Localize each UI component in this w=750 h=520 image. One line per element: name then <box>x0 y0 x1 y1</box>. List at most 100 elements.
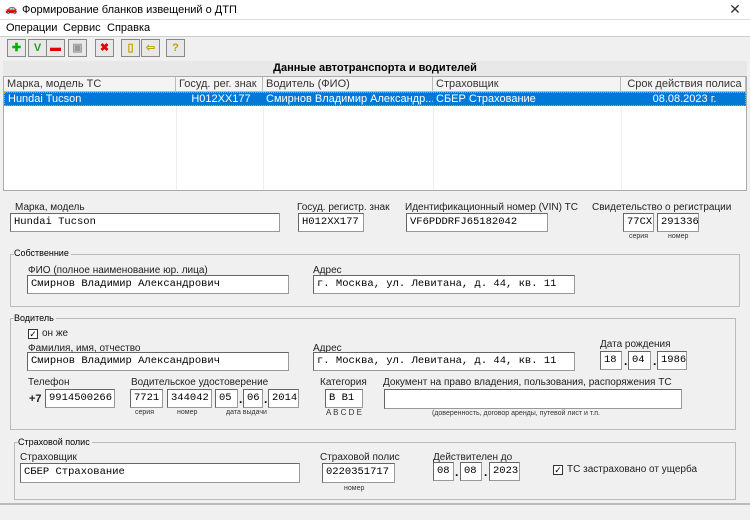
driver-address-input[interactable]: г. Москва, ул. Левитана, д. 44, кв. 11 <box>313 352 575 371</box>
grid-title: Данные автотранспорта и водителей <box>3 61 747 76</box>
date-separator: . <box>455 465 459 479</box>
edit-icon: V <box>33 42 42 54</box>
model-label: Марка, модель <box>15 202 85 213</box>
cell-plate: H012XX177 <box>191 93 251 105</box>
policy-label: Страховой полис <box>320 452 400 463</box>
grid-line <box>263 106 264 190</box>
column-header-insurer[interactable]: Страховщик <box>433 77 621 92</box>
license-series-input[interactable]: 7721 <box>130 389 163 408</box>
license-day-input[interactable]: 05 <box>215 389 238 408</box>
column-header-policy-term[interactable]: Срок действия полиса <box>621 77 746 92</box>
help-button[interactable]: ? <box>166 39 185 57</box>
damage-insured-label: ТС застраховано от ущерба <box>567 464 698 475</box>
registration-series-input[interactable]: 77CX <box>623 213 654 232</box>
close-button[interactable]: ✕ <box>724 1 746 19</box>
model-input[interactable]: Hundai Tucson <box>10 213 280 232</box>
phone-prefix: +7 <box>29 393 42 405</box>
column-header-driver[interactable]: Водитель (ФИО) <box>263 77 433 92</box>
date-separator: . <box>484 465 488 479</box>
owner-address-input[interactable]: г. Москва, ул. Левитана, д. 44, кв. 11 <box>313 275 575 294</box>
grid-line <box>176 106 177 190</box>
paste-icon: ⇦ <box>145 42 156 54</box>
license-month-input[interactable]: 06 <box>243 389 263 408</box>
delete-icon: ✖ <box>99 42 110 54</box>
birth-month-input[interactable]: 04 <box>628 351 651 370</box>
insurer-input[interactable]: СБЕР Страхование <box>20 463 300 483</box>
policy-number-input[interactable]: 0220351717 <box>322 463 395 483</box>
save-button[interactable]: ▣ <box>68 39 87 57</box>
same-as-owner-checkbox[interactable]: ✓ <box>28 329 38 339</box>
license-number-input[interactable]: 344042 <box>167 389 212 408</box>
car-icon: 🚗 <box>5 4 18 15</box>
registration-number-input[interactable]: 291336 <box>657 213 699 232</box>
menu-operations[interactable]: Операции <box>6 22 57 34</box>
menu-bar: Операции Сервис Справка <box>0 20 750 37</box>
birth-date-label: Дата рождения <box>600 339 671 350</box>
damage-insured-checkbox[interactable]: ✓ <box>553 465 563 475</box>
column-header-model[interactable]: Марка, модель ТС <box>4 77 176 92</box>
window-title: Формирование бланков извещений о ДТП <box>22 4 237 16</box>
valid-year-input[interactable]: 2023 <box>489 462 520 481</box>
insurer-label: Страховщик <box>20 452 77 463</box>
help-icon: ? <box>172 42 179 54</box>
remove-button[interactable]: ▬ <box>46 39 65 57</box>
cell-insurer: СБЕР Страхование <box>436 93 536 105</box>
license-date-caption: дата выдачи <box>226 409 267 416</box>
date-separator: . <box>239 392 243 406</box>
birth-day-input[interactable]: 18 <box>600 351 622 370</box>
vin-input[interactable]: VF6PDDRFJ65182042 <box>406 213 548 232</box>
plate-input[interactable]: H012XX177 <box>298 213 364 232</box>
series-caption: серия <box>629 233 648 240</box>
license-year-input[interactable]: 2014 <box>268 389 299 408</box>
same-as-owner-label: он же <box>42 328 69 339</box>
menu-help[interactable]: Справка <box>107 22 150 34</box>
category-caption: A B C D E <box>326 408 363 417</box>
license-series-caption: серия <box>135 409 154 416</box>
plate-label: Госуд. регистр. знак <box>297 202 390 213</box>
license-label: Водительское удостоверение <box>131 377 269 388</box>
driver-group-label: Водитель <box>14 313 56 323</box>
valid-month-input[interactable]: 08 <box>460 462 482 481</box>
number-caption: номер <box>668 233 689 240</box>
vehicle-grid[interactable]: Марка, модель ТС Госуд. рег. знак Водите… <box>3 76 747 191</box>
ownership-doc-input[interactable] <box>384 389 682 409</box>
registration-label: Свидетельство о регистрации <box>592 202 732 213</box>
save-icon: ▣ <box>72 42 83 54</box>
date-separator: . <box>624 354 628 368</box>
vin-label: Идентификационный номер (VIN) ТС <box>405 202 579 213</box>
grid-line <box>621 106 622 190</box>
edit-button[interactable]: V <box>28 39 47 57</box>
add-button[interactable]: ✚ <box>7 39 26 57</box>
table-row[interactable]: Hundai Tucson H012XX177 Смирнов Владимир… <box>4 92 746 106</box>
policy-number-caption: номер <box>344 485 365 492</box>
add-icon: ✚ <box>11 42 22 54</box>
owner-name-input[interactable]: Смирнов Владимир Александрович <box>27 275 289 294</box>
paste-button[interactable]: ⇦ <box>141 39 160 57</box>
clipboard-icon: ▯ <box>127 42 134 54</box>
grid-line <box>433 106 434 190</box>
cell-model: Hundai Tucson <box>8 93 82 105</box>
license-number-caption: номер <box>177 409 198 416</box>
date-separator: . <box>264 392 268 406</box>
driver-name-input[interactable]: Смирнов Владимир Александрович <box>27 352 289 371</box>
toolbar: ✚ V ▬ ▣ ✖ ▯ ⇦? <box>0 37 750 60</box>
driver-group <box>10 318 736 430</box>
valid-day-input[interactable]: 08 <box>433 462 454 481</box>
phone-label: Телефон <box>28 377 70 388</box>
policy-group-label: Страховой полис <box>18 437 92 447</box>
remove-icon: ▬ <box>50 42 61 54</box>
category-label: Категория <box>320 377 367 388</box>
delete-button[interactable]: ✖ <box>95 39 114 57</box>
cell-policy-term: 08.08.2023 г. <box>652 93 717 105</box>
category-input[interactable]: B B1 <box>325 389 363 408</box>
menu-service[interactable]: Сервис <box>63 22 101 34</box>
birth-year-input[interactable]: 1986 <box>657 351 687 370</box>
status-bar <box>0 503 750 520</box>
phone-input[interactable]: 9914500266 <box>45 389 115 408</box>
cell-driver: Смирнов Владимир Александр... <box>266 93 433 105</box>
ownership-doc-label: Документ на право владения, пользования,… <box>383 377 672 388</box>
column-header-plate[interactable]: Госуд. рег. знак <box>176 77 263 92</box>
ownership-doc-caption: (доверенность, договор аренды, путевой л… <box>432 410 600 417</box>
clipboard-button[interactable]: ▯ <box>121 39 140 57</box>
owner-group-label: Собственние <box>14 248 71 258</box>
